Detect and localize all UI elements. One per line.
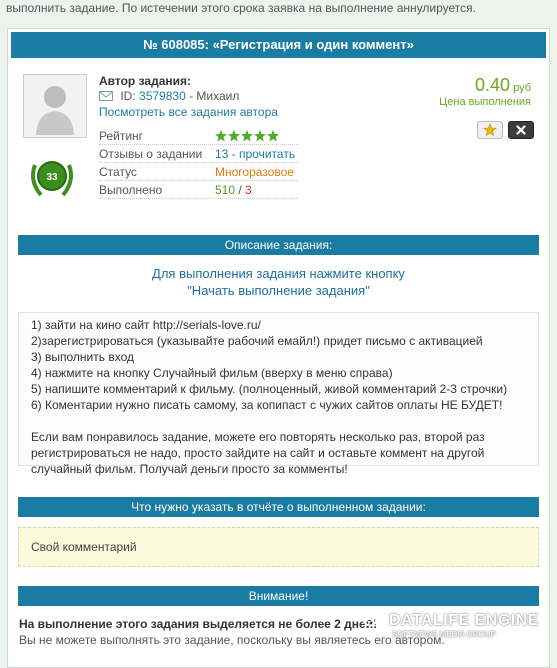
author-id-prefix: ID:: [120, 89, 136, 103]
description-heading: Для выполнения задания нажмите кнопку "Н…: [18, 265, 539, 299]
done-separator: /: [235, 183, 246, 197]
task-panel: № 608085: «Регистрация и один коммент» 3…: [7, 28, 550, 668]
watermark-logo: DATALIFE ENGINE: [362, 611, 539, 630]
level-badge: 33: [27, 151, 77, 201]
reviews-label: Отзывы о задании: [99, 147, 203, 161]
done-value: 510 / 3: [215, 183, 252, 197]
star-icon: [483, 123, 497, 137]
step-6: 6) Коментарии нужно писать самому, за ко…: [31, 398, 503, 412]
watermark-title: DATALIFE ENGINE: [388, 612, 539, 629]
note-line-1: Если вам понравилось задание, можете его…: [31, 430, 485, 444]
report-header: Что нужно указать в отчёте о выполненном…: [18, 497, 539, 517]
author-avatar[interactable]: [23, 74, 87, 138]
hide-task-button[interactable]: [508, 121, 534, 139]
user-silhouette-icon: [24, 75, 86, 137]
top-note: выполнить задание. По истечении этого ср…: [6, 1, 476, 15]
task-price: 0.40 руб: [475, 75, 531, 96]
note-line-2: регистрироваться не надо, просто зайдите…: [31, 446, 485, 460]
reviews-link[interactable]: 13 - прочитать: [215, 147, 295, 161]
task-title: № 608085: «Регистрация и один коммент»: [11, 32, 546, 58]
step-1: 1) зайти на кино сайт http://serials-lov…: [31, 318, 261, 332]
step-4: 4) нажмите на кнопку Случайный фильм (вв…: [31, 366, 393, 380]
description-heading-line1: Для выполнения задания нажмите кнопку: [152, 266, 405, 281]
step-3: 3) выполнить вход: [31, 350, 134, 364]
status-value: Многоразовое: [215, 165, 294, 179]
close-icon: [516, 125, 526, 135]
done-fail-count: 3: [245, 183, 252, 197]
watermark: DATALIFE ENGINE SOFTNEWS MEDIA GROUP: [362, 611, 539, 639]
step-2: 2)зарегистрироваться (указывайте рабочий…: [31, 334, 483, 348]
done-row: Выполнено 510 / 3: [99, 181, 299, 199]
stars-icon: [215, 130, 279, 142]
watermark-subtitle: SOFTNEWS MEDIA GROUP: [392, 630, 497, 639]
description-heading-line2: "Начать выполнение задания": [187, 283, 370, 298]
task-info-table: Рейтинг Отзывы о задании 13 - прочитать …: [99, 127, 299, 199]
note-line-3: случайный фильм. Получай деньги просто з…: [31, 462, 348, 476]
author-label: Автор задания:: [99, 74, 191, 88]
description-box: 1) зайти на кино сайт http://serials-lov…: [18, 312, 539, 476]
warning-header: Внимание!: [18, 586, 539, 606]
reviews-row: Отзывы о задании 13 - прочитать: [99, 145, 299, 163]
deadline-warning: На выполнение этого задания выделяется н…: [19, 617, 378, 631]
status-label: Статус: [99, 165, 137, 179]
done-label: Выполнено: [99, 183, 163, 197]
status-row: Статус Многоразовое: [99, 163, 299, 181]
rating-stars: [215, 130, 281, 145]
done-ok-count: 510: [215, 183, 236, 197]
rating-label: Рейтинг: [99, 129, 144, 143]
report-requirement: Свой комментарий: [18, 527, 539, 567]
all-author-tasks-link[interactable]: Посмотреть все задания автора: [99, 105, 278, 119]
price-value: 0.40: [475, 75, 511, 95]
level-badge-number: 33: [46, 172, 58, 183]
author-id-link[interactable]: 3579830: [139, 89, 186, 103]
price-label: Цена выполнения: [439, 96, 531, 108]
step-5: 5) напишите комментарий к фильму. (полно…: [31, 382, 508, 396]
laurel-badge-icon: 33: [31, 161, 73, 197]
author-name: - Михаил: [189, 89, 240, 103]
rating-row: Рейтинг: [99, 127, 299, 145]
description-header: Описание задания:: [18, 235, 539, 255]
author-id-line: ID: 3579830 - Михаил: [99, 89, 239, 104]
favorite-button[interactable]: [477, 121, 503, 139]
envelope-icon[interactable]: [99, 90, 113, 104]
price-unit: руб: [513, 82, 531, 94]
dle-logo-icon: [362, 611, 378, 627]
